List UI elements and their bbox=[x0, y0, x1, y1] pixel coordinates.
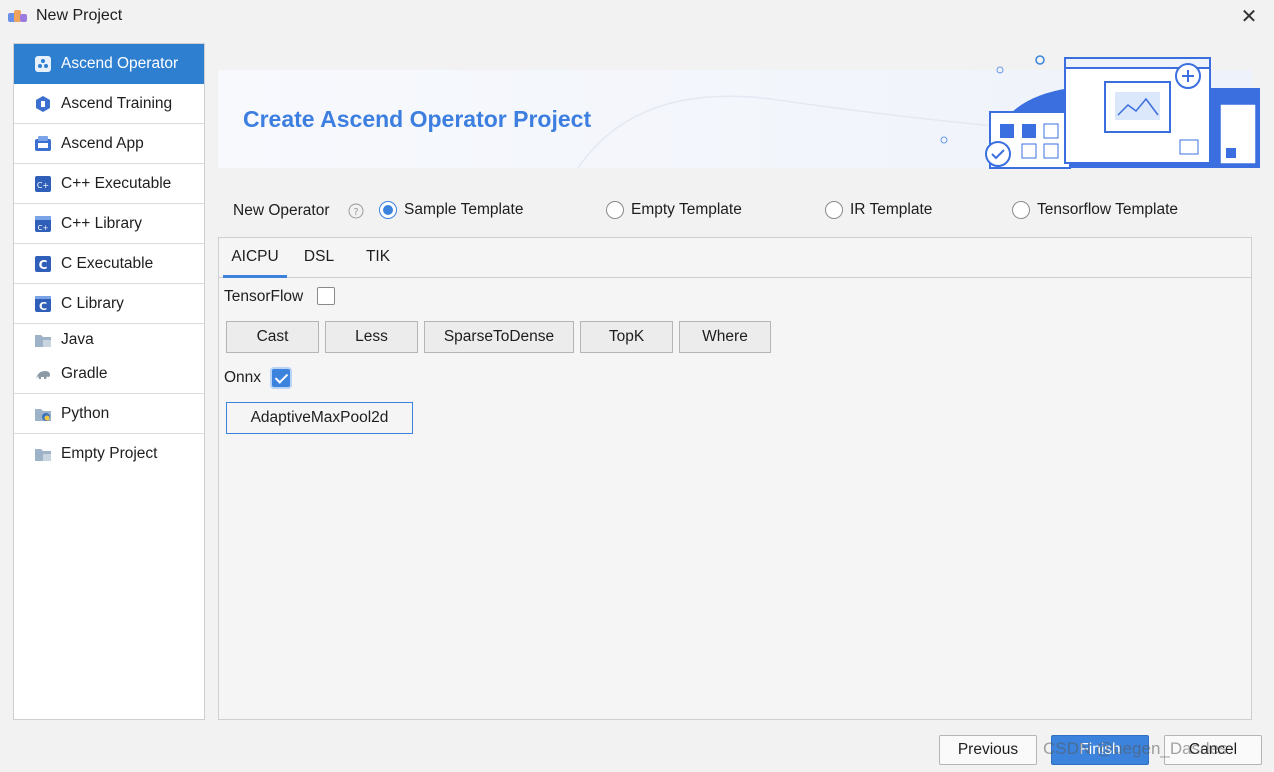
sidebar-item-empty-project[interactable]: Empty Project bbox=[14, 434, 204, 474]
cpp-library-icon: C+ bbox=[35, 215, 51, 232]
sidebar-item-label: C Executable bbox=[61, 254, 154, 272]
window-title: New Project bbox=[36, 7, 123, 24]
sidebar-item-gradle[interactable]: Gradle bbox=[14, 355, 204, 394]
op-button-cast[interactable]: Cast bbox=[226, 321, 319, 353]
c-library-icon: C bbox=[35, 295, 51, 313]
tab-aicpu[interactable]: AICPU bbox=[223, 238, 287, 278]
finish-button[interactable]: Finish bbox=[1051, 735, 1149, 765]
ascend-operator-icon bbox=[35, 55, 51, 72]
op-button-where[interactable]: Where bbox=[679, 321, 771, 353]
svg-text:?: ? bbox=[353, 207, 358, 218]
sidebar-item-java[interactable]: Java bbox=[14, 324, 204, 355]
sidebar-item-label: Python bbox=[61, 404, 110, 422]
radio-button-icon bbox=[825, 201, 843, 219]
help-icon[interactable]: ? bbox=[348, 203, 364, 219]
sidebar-item-label: Ascend Training bbox=[61, 94, 173, 112]
radio-button-icon bbox=[379, 201, 397, 219]
python-folder-icon bbox=[35, 408, 51, 421]
sidebar-item-cpp-executable[interactable]: C+ C++ Executable bbox=[14, 164, 204, 204]
sidebar-item-label: C++ Executable bbox=[61, 174, 172, 192]
sidebar-item-ascend-operator[interactable]: Ascend Operator bbox=[14, 44, 204, 84]
sidebar-item-ascend-training[interactable]: Ascend Training bbox=[14, 84, 204, 124]
sidebar-item-label: Ascend Operator bbox=[61, 54, 179, 72]
ascend-training-icon bbox=[36, 95, 50, 112]
svg-text:C+: C+ bbox=[38, 224, 49, 232]
operator-tab-bar: AICPU DSL TIK bbox=[219, 238, 1251, 278]
tensorflow-checkbox[interactable] bbox=[317, 287, 335, 305]
new-operator-label: New Operator bbox=[233, 202, 330, 219]
radio-sample-template[interactable]: Sample Template bbox=[379, 201, 523, 219]
radio-label: Tensorflow Template bbox=[1037, 201, 1179, 218]
gradle-icon bbox=[36, 371, 50, 379]
operator-panel: AICPU DSL TIK TensorFlow Cast Less Spars… bbox=[218, 237, 1252, 720]
op-button-less[interactable]: Less bbox=[325, 321, 418, 353]
sidebar-item-c-executable[interactable]: C C Executable bbox=[14, 244, 204, 284]
sidebar-item-cpp-library[interactable]: C+ C++ Library bbox=[14, 204, 204, 244]
radio-button-icon bbox=[606, 201, 624, 219]
close-icon[interactable]: ✕ bbox=[1236, 4, 1262, 30]
svg-text:C: C bbox=[39, 300, 47, 313]
sidebar-item-label: Empty Project bbox=[61, 445, 158, 462]
radio-ir-template[interactable]: IR Template bbox=[825, 201, 932, 219]
op-button-sparsetodense[interactable]: SparseToDense bbox=[424, 321, 574, 353]
radio-label: IR Template bbox=[850, 201, 933, 218]
radio-button-icon bbox=[1012, 201, 1030, 219]
onnx-group-label: Onnx bbox=[224, 369, 262, 386]
radio-label: Empty Template bbox=[631, 201, 742, 218]
sidebar-item-label: C++ Library bbox=[61, 214, 142, 232]
previous-button[interactable]: Previous bbox=[939, 735, 1037, 765]
cancel-button[interactable]: Cancel bbox=[1164, 735, 1262, 765]
sidebar-item-label: Ascend App bbox=[61, 134, 144, 152]
sidebar-item-label: Gradle bbox=[61, 365, 108, 382]
cpp-icon: C+ bbox=[35, 175, 51, 192]
sidebar-item-ascend-app[interactable]: Ascend App bbox=[14, 124, 204, 164]
folder-icon bbox=[35, 334, 51, 347]
op-button-adaptivemaxpool2d[interactable]: AdaptiveMaxPool2d bbox=[226, 402, 413, 434]
sidebar-item-c-library[interactable]: C C Library bbox=[14, 284, 204, 324]
tensorflow-group-label: TensorFlow bbox=[224, 288, 304, 305]
radio-empty-template[interactable]: Empty Template bbox=[606, 201, 742, 219]
radio-label: Sample Template bbox=[404, 201, 524, 218]
op-button-topk[interactable]: TopK bbox=[580, 321, 673, 353]
sidebar-item-label: C Library bbox=[61, 294, 124, 312]
c-icon: C bbox=[35, 255, 51, 272]
svg-text:C+: C+ bbox=[37, 181, 49, 190]
title-bar: New Project ✕ bbox=[0, 0, 1274, 34]
radio-tensorflow-template[interactable]: Tensorflow Template bbox=[1012, 201, 1178, 219]
ascend-app-icon bbox=[35, 135, 51, 151]
project-type-sidebar: Ascend Operator Ascend Training Ascend A… bbox=[13, 43, 205, 720]
banner-title: Create Ascend Operator Project bbox=[243, 106, 592, 132]
sidebar-item-label: Java bbox=[61, 330, 94, 348]
sidebar-item-python[interactable]: Python bbox=[14, 394, 204, 434]
onnx-checkbox[interactable] bbox=[272, 369, 290, 387]
tab-dsl[interactable]: DSL bbox=[297, 238, 341, 278]
folder-icon bbox=[35, 449, 51, 461]
app-logo-icon bbox=[8, 10, 27, 22]
project-illustration-icon bbox=[940, 55, 1260, 169]
svg-text:C: C bbox=[39, 258, 48, 272]
tab-tik[interactable]: TIK bbox=[357, 238, 399, 278]
